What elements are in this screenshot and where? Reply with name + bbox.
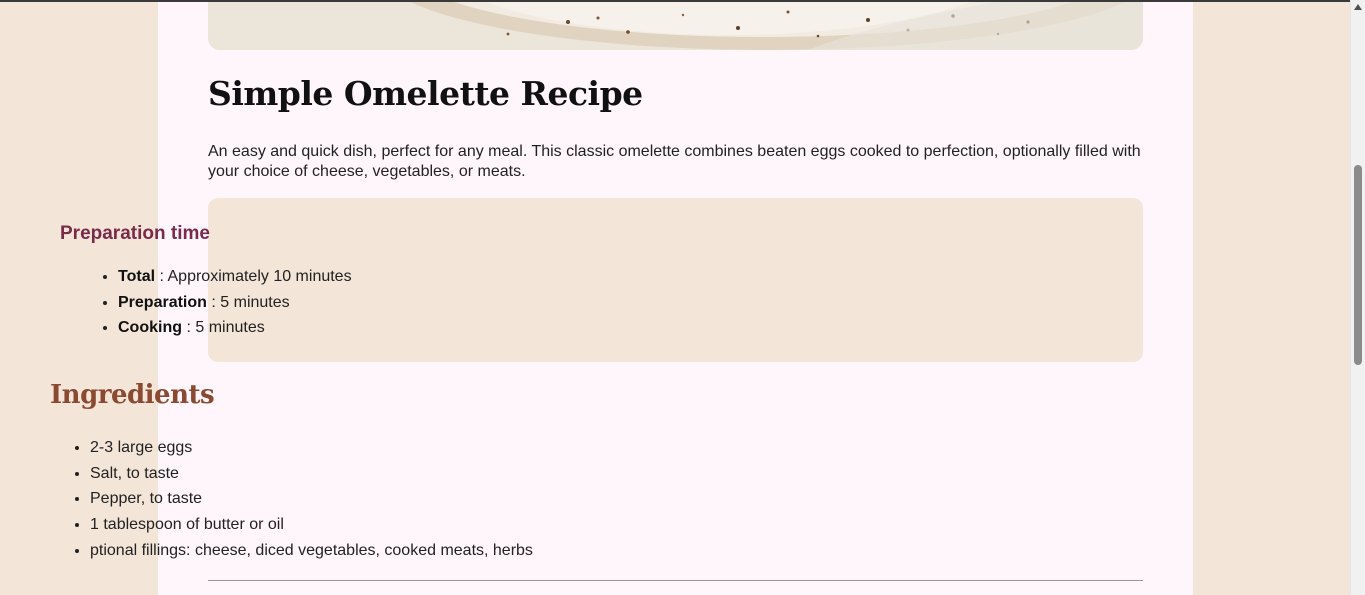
vertical-scrollbar[interactable]: [1350, 0, 1365, 595]
list-item: Preparation : 5 minutes: [118, 292, 352, 318]
list-item: Salt, to taste: [90, 464, 533, 490]
preparation-time-list: Total : Approximately 10 minutes Prepara…: [100, 266, 352, 343]
prep-label: Preparation: [118, 293, 207, 311]
top-border: [0, 0, 1350, 2]
prep-value: : Approximately 10 minutes: [159, 268, 352, 285]
recipe-intro: An easy and quick dish, perfect for any …: [208, 143, 1141, 180]
ingredients-list: 2-3 large eggs Salt, to taste Pepper, to…: [72, 438, 533, 566]
list-item: 2-3 large eggs: [90, 438, 533, 464]
triangle-up-icon[interactable]: [1354, 4, 1362, 10]
preparation-time-heading: Preparation time: [60, 223, 210, 244]
section-divider: [208, 580, 1143, 581]
list-item: Cooking : 5 minutes: [118, 317, 352, 343]
list-item: Total : Approximately 10 minutes: [118, 266, 352, 292]
omelette-hero-image: [208, 0, 1143, 50]
prep-label: Cooking: [118, 319, 182, 336]
prep-label: Total: [118, 268, 156, 285]
list-item: Pepper, to taste: [90, 489, 533, 515]
scrollbar-thumb[interactable]: [1354, 165, 1362, 365]
list-item: ptional fillings: cheese, diced vegetabl…: [90, 541, 533, 567]
prep-value: : 5 minutes: [211, 293, 290, 311]
page-title: Simple Omelette Recipe: [208, 74, 643, 113]
list-item: 1 tablespoon of butter or oil: [90, 515, 533, 541]
prep-value: : 5 minutes: [186, 319, 265, 336]
ingredients-heading: Ingredients: [50, 380, 215, 410]
